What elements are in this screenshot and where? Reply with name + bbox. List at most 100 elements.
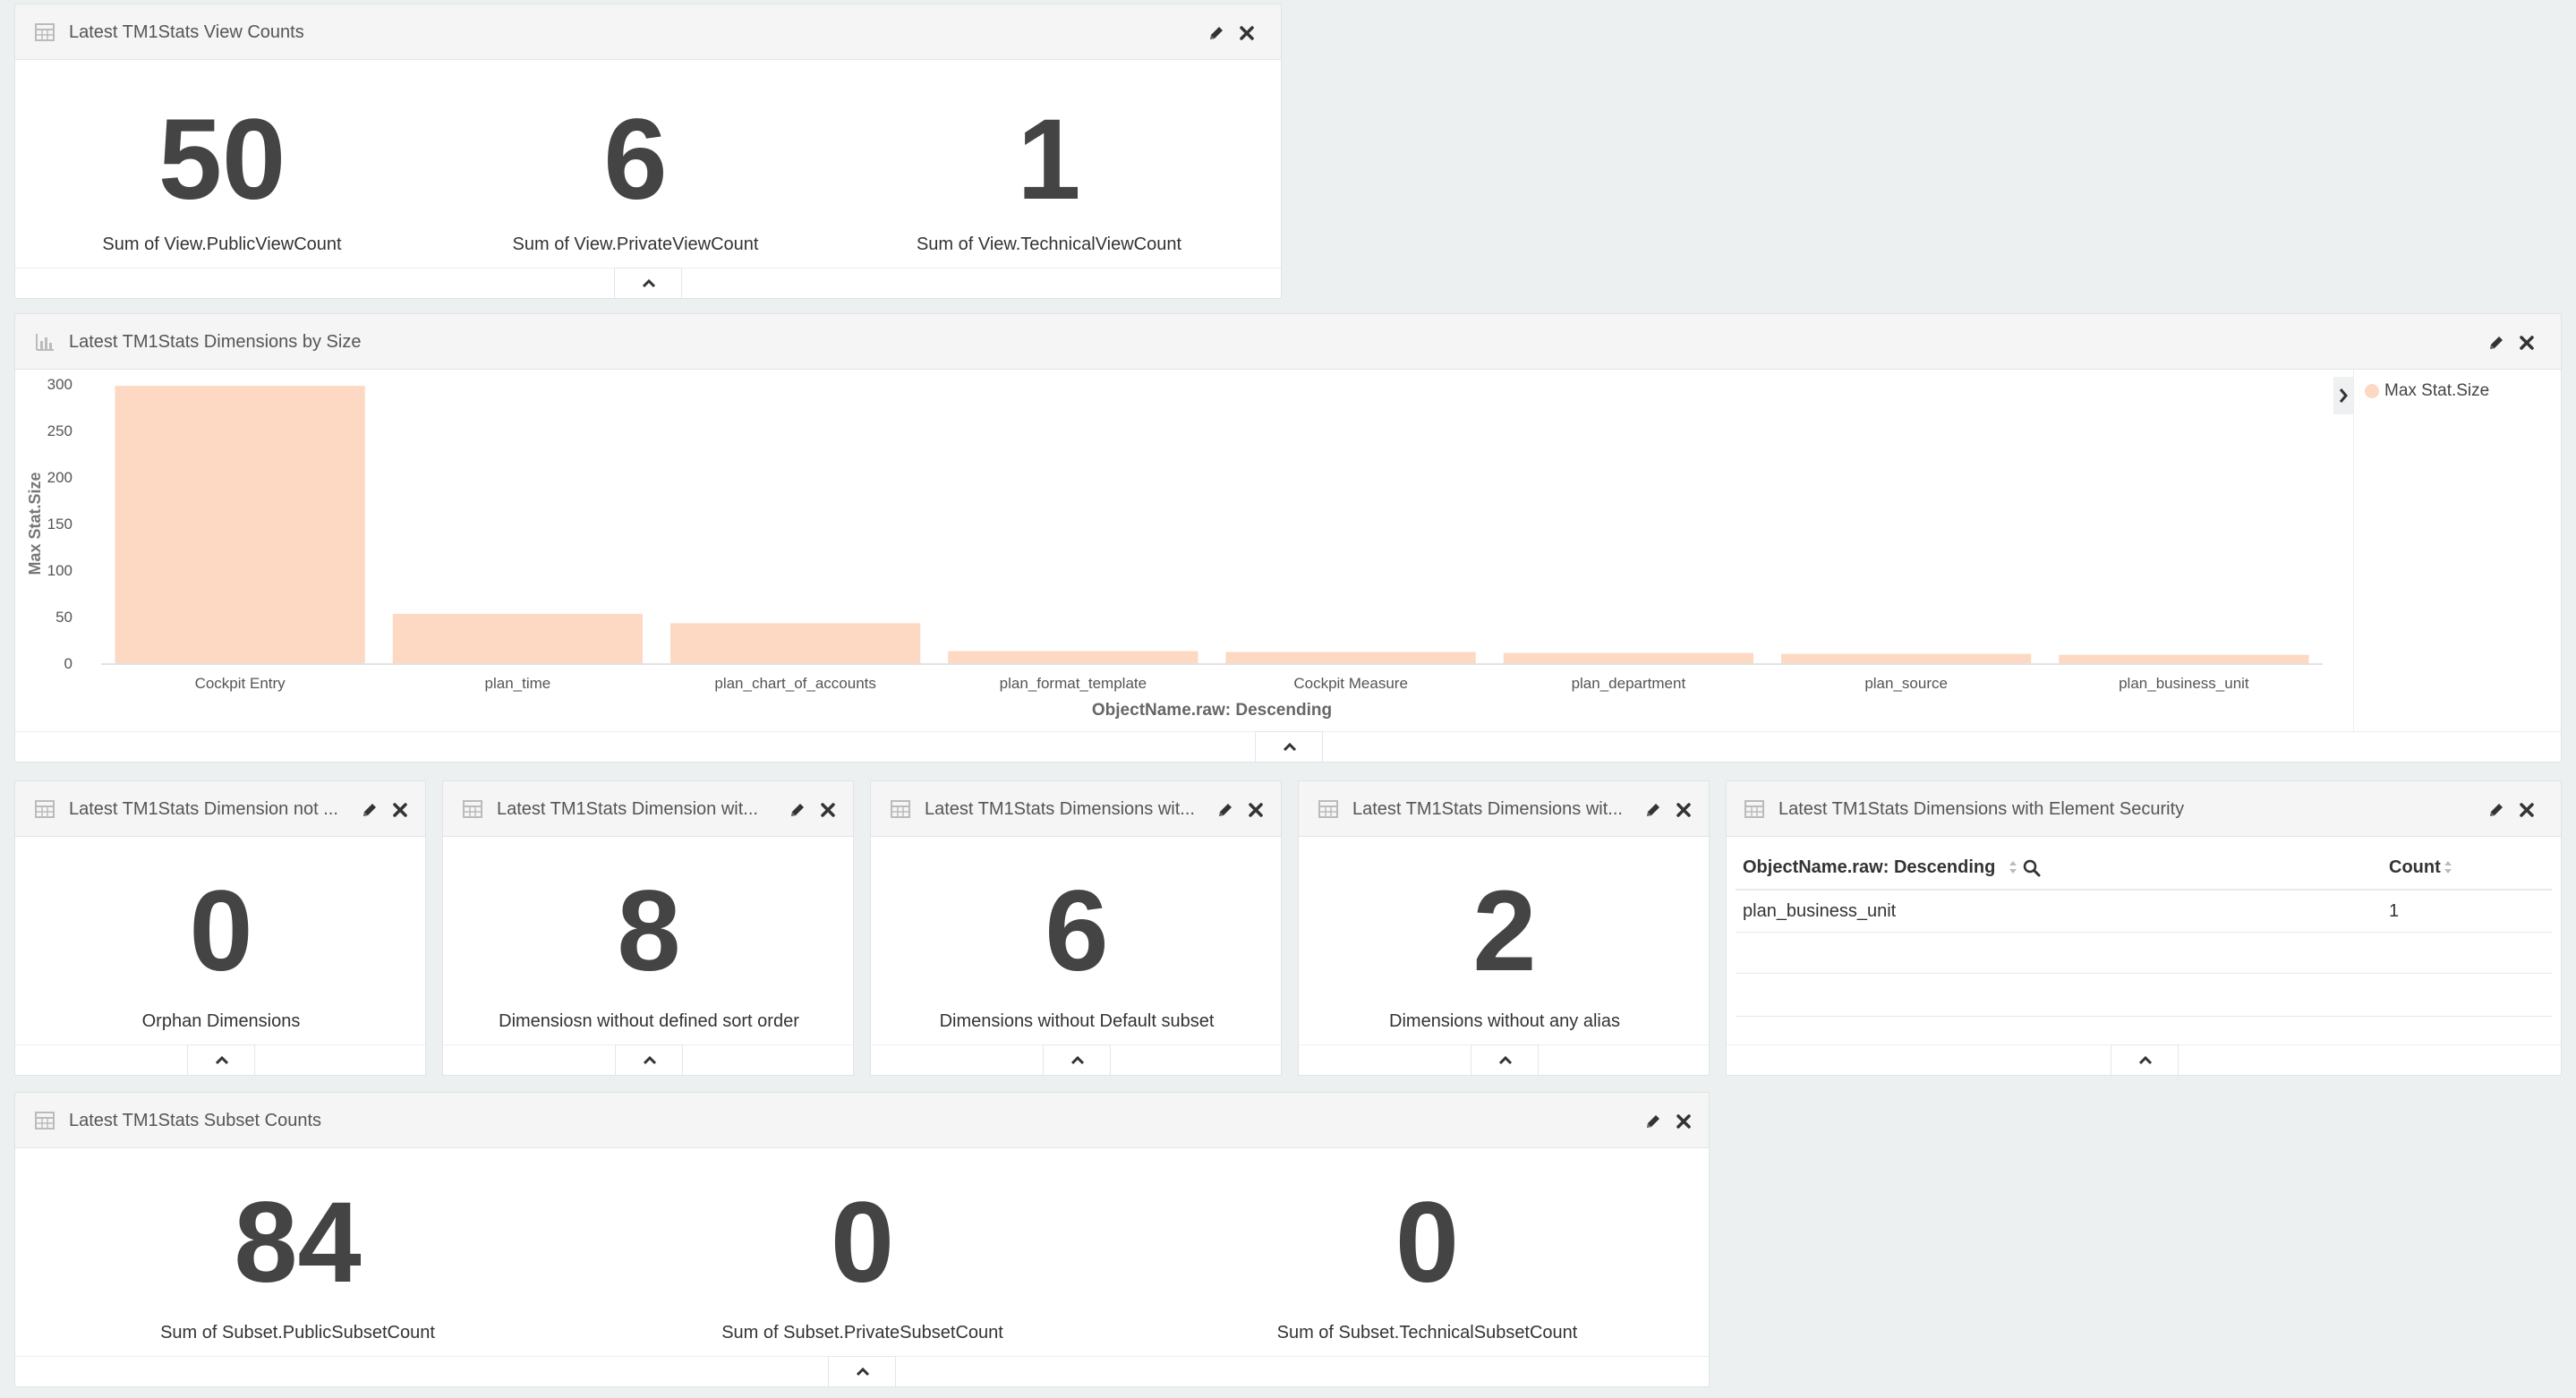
bar[interactable] — [1503, 652, 1753, 663]
collapse-button[interactable] — [2111, 1044, 2179, 1075]
collapse-button[interactable] — [1043, 1044, 1111, 1075]
bar[interactable] — [948, 651, 1198, 663]
table-row-divider — [1736, 932, 2552, 933]
metric-value: 84 — [234, 1179, 362, 1307]
close-icon[interactable] — [391, 801, 409, 819]
pencil-icon[interactable] — [2487, 334, 2505, 352]
metric-label: Sum of View.TechnicalViewCount — [916, 234, 1182, 254]
panel-header: Latest TM1Stats Dimensions with Element … — [1727, 781, 2561, 837]
subset-counts-panel: Latest TM1Stats Subset Counts 84 Sum of … — [14, 1092, 1710, 1387]
chevron-up-icon — [1283, 742, 1297, 752]
bar[interactable] — [392, 613, 643, 663]
collapse-button[interactable] — [828, 1356, 896, 1386]
bar[interactable] — [670, 623, 921, 663]
close-icon[interactable] — [1675, 801, 1693, 819]
pencil-icon[interactable] — [1216, 801, 1234, 819]
panel-header: Latest TM1Stats View Counts — [15, 4, 1281, 60]
sort-icon[interactable] — [2008, 858, 2018, 876]
pencil-icon[interactable] — [789, 801, 806, 819]
table-cell: 1 — [2389, 901, 2400, 921]
metric-label: Sum of View.PrivateViewCount — [512, 234, 759, 254]
panel-footer — [443, 1044, 853, 1075]
bar-chart: 0 50 100 150 200 250 300 Cockpit Entry plan_time… — [26, 376, 2323, 720]
chevron-up-icon — [856, 1367, 870, 1377]
x-tick-label: Cockpit Measure — [1293, 675, 1408, 692]
table-row-divider — [1736, 1016, 2552, 1017]
x-tick-label: plan_time — [485, 675, 551, 692]
y-tick-label: 0 — [64, 655, 73, 672]
panel-footer — [1299, 1044, 1709, 1075]
view-counts-panel: Latest TM1Stats View Counts 50 Sum of Vi… — [14, 4, 1282, 299]
metric-label: Dimensions without any alias — [1389, 1011, 1620, 1031]
legend: Max Stat.Size — [2353, 370, 2561, 731]
table-icon — [891, 800, 910, 818]
pencil-icon[interactable] — [1644, 1112, 1662, 1130]
chevron-up-icon — [2138, 1055, 2153, 1065]
metric-label: Sum of Subset.TechnicalSubsetCount — [1276, 1323, 1578, 1343]
panel-footer — [15, 1044, 425, 1075]
close-icon[interactable] — [2518, 334, 2536, 352]
chevron-up-icon — [642, 278, 656, 288]
column-header-objectname[interactable]: ObjectName.raw: Descending — [1743, 857, 1995, 878]
table-icon — [35, 1112, 55, 1129]
pencil-icon[interactable] — [1644, 801, 1662, 819]
panel-footer — [15, 268, 1281, 298]
close-icon[interactable] — [1238, 24, 1256, 42]
legend-toggle-button[interactable] — [2333, 377, 2353, 414]
table-icon — [1318, 800, 1338, 818]
bar[interactable] — [1225, 652, 1476, 663]
bar-chart-icon — [36, 334, 54, 351]
metric-label: Sum of Subset.PrivateSubsetCount — [721, 1323, 1003, 1343]
close-icon[interactable] — [2518, 801, 2536, 819]
close-icon[interactable] — [1675, 1112, 1693, 1130]
pencil-icon[interactable] — [2487, 801, 2505, 819]
legend-swatch — [2365, 384, 2379, 398]
chevron-up-icon — [215, 1055, 229, 1065]
table-cell: plan_business_unit — [1743, 901, 1897, 921]
chevron-up-icon — [1498, 1055, 1513, 1065]
x-tick-label: plan_source — [1864, 675, 1948, 692]
table-row-divider — [1736, 973, 2552, 974]
dimensions-by-size-panel: Latest TM1Stats Dimensions by Size 0 50 10… — [14, 313, 2562, 763]
collapse-button[interactable] — [615, 1044, 683, 1075]
pencil-icon[interactable] — [361, 801, 379, 819]
panel-title: Latest TM1Stats View Counts — [69, 22, 304, 42]
metric-label: Orphan Dimensions — [141, 1011, 301, 1031]
metric-label: Sum of View.PublicViewCount — [102, 234, 342, 254]
panel-title: Latest TM1Stats Dimensions with Element … — [1778, 799, 2185, 819]
panel-title: Latest TM1Stats Subset Counts — [69, 1111, 322, 1130]
default-subset-panel: Latest TM1Stats Dimensions wit... 6 Dime… — [870, 780, 1282, 1076]
panel-header: Latest TM1Stats Dimensions by Size — [15, 314, 2561, 370]
x-axis-title: ObjectName.raw: Descending — [1092, 701, 1332, 720]
pencil-icon[interactable] — [1207, 24, 1225, 42]
panel-header: Latest TM1Stats Dimensions wit... — [871, 781, 1281, 837]
column-header-count[interactable]: Count — [2389, 857, 2441, 878]
collapse-button[interactable] — [614, 268, 682, 298]
panel-title: Latest TM1Stats Dimension wit... — [497, 799, 758, 819]
collapse-button[interactable] — [1471, 1044, 1539, 1075]
collapse-button[interactable] — [187, 1044, 255, 1075]
metric-value: 50 — [158, 96, 286, 224]
search-icon[interactable] — [2022, 858, 2042, 878]
x-tick-label: plan_department — [1572, 675, 1686, 692]
y-tick-label: 50 — [55, 609, 73, 626]
bar[interactable] — [2059, 654, 2309, 663]
chevron-up-icon — [1070, 1055, 1085, 1065]
chevron-up-icon — [643, 1055, 657, 1065]
x-tick-label: plan_chart_of_accounts — [714, 675, 876, 692]
bar[interactable] — [115, 386, 365, 663]
panel-footer — [871, 1044, 1281, 1075]
metric-value: 0 — [189, 867, 253, 995]
panel-footer — [15, 731, 2561, 762]
close-icon[interactable] — [1247, 801, 1265, 819]
sort-icon[interactable] — [2443, 858, 2453, 876]
x-tick-label: plan_business_unit — [2119, 675, 2249, 692]
metric-value: 1 — [1017, 96, 1081, 224]
legend-item-max-stat-size[interactable]: Max Stat.Size — [2384, 381, 2489, 401]
bar[interactable] — [1781, 653, 2032, 663]
metric-value: 2 — [1472, 867, 1537, 995]
collapse-button[interactable] — [1255, 731, 1323, 762]
table-icon — [35, 800, 55, 818]
close-icon[interactable] — [819, 801, 837, 819]
table-header-divider — [1736, 889, 2552, 891]
